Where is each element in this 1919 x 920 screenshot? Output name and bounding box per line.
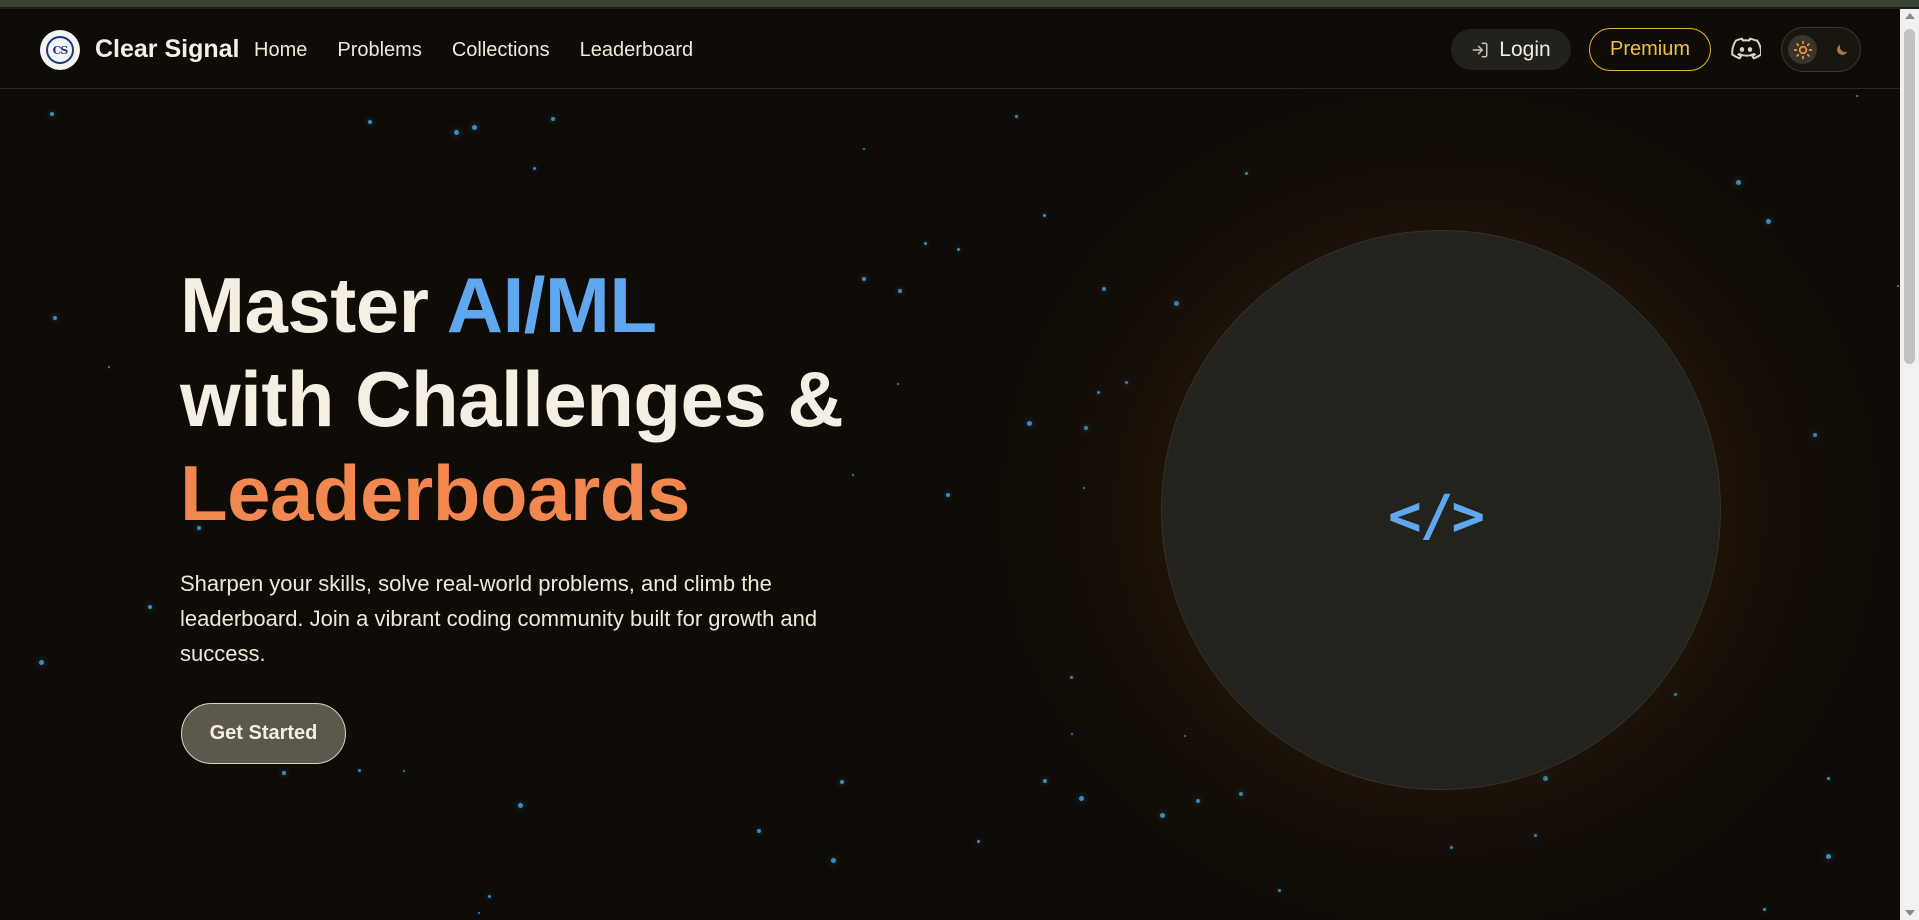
star-dot	[977, 840, 980, 843]
star-dot	[53, 316, 57, 320]
star-dot	[108, 366, 110, 368]
star-dot	[518, 803, 523, 808]
star-dot	[403, 770, 405, 772]
get-started-button[interactable]: Get Started	[181, 703, 346, 764]
star-dot	[148, 605, 152, 609]
theme-toggle[interactable]	[1781, 27, 1861, 72]
sun-icon	[1793, 40, 1812, 59]
premium-button[interactable]: Premium	[1589, 28, 1711, 71]
star-dot	[757, 829, 761, 833]
page-scrollbar[interactable]	[1900, 9, 1919, 920]
hero-title: Master AI/ML with Challenges & Leaderboa…	[180, 258, 844, 540]
code-icon: </>	[1388, 484, 1485, 549]
logo-icon[interactable]: CS	[40, 30, 80, 70]
star-dot	[957, 248, 960, 251]
scroll-down-arrow[interactable]	[1905, 910, 1915, 916]
hero-subtitle: Sharpen your skills, solve real-world pr…	[180, 571, 818, 666]
star-dot	[831, 858, 836, 863]
nav-leaderboard[interactable]: Leaderboard	[580, 39, 693, 62]
star-dot	[533, 167, 536, 170]
login-icon	[1472, 42, 1488, 57]
star-dot	[924, 242, 927, 245]
hero-title-part1: Master	[180, 261, 447, 349]
navbar: CS Clear Signal Home Problems Collection…	[0, 9, 1900, 89]
star-dot	[472, 125, 477, 130]
star-dot	[368, 120, 372, 124]
star-dot	[863, 148, 865, 150]
star-dot	[551, 117, 555, 121]
star-dot	[39, 660, 44, 665]
brand-name[interactable]: Clear Signal	[95, 35, 240, 64]
star-dot	[282, 771, 286, 775]
login-label: Login	[1499, 37, 1551, 61]
scroll-thumb[interactable]	[1904, 29, 1915, 364]
logo-mark: CS	[46, 36, 74, 64]
login-button[interactable]: Login	[1451, 29, 1571, 70]
discord-icon[interactable]	[1731, 37, 1761, 61]
star-dot	[852, 474, 854, 476]
page: </> CS Clear Signal Home Problems Collec…	[0, 0, 1919, 920]
nav-links: Home Problems Collections Leaderboard	[254, 39, 693, 62]
hero-title-highlight-leaderboards: Leaderboards	[180, 449, 690, 537]
star-dot	[358, 769, 361, 772]
moon-icon	[1837, 44, 1848, 55]
nav-problems[interactable]: Problems	[337, 39, 421, 62]
sun-knob	[1788, 35, 1817, 64]
nav-home[interactable]: Home	[254, 39, 307, 62]
star-dot	[488, 895, 491, 898]
hero-title-part2: with Challenges &	[180, 355, 844, 443]
star-dot	[898, 289, 902, 293]
star-dot	[1897, 285, 1899, 287]
hero-title-highlight-aiml: AI/ML	[446, 261, 657, 349]
star-dot	[897, 383, 899, 385]
nav-collections[interactable]: Collections	[452, 39, 550, 62]
star-dot	[840, 780, 844, 784]
star-dot	[946, 493, 950, 497]
star-dot	[862, 277, 866, 281]
star-dot	[454, 130, 459, 135]
star-dot	[478, 912, 480, 914]
scroll-up-arrow[interactable]	[1905, 13, 1915, 19]
star-dot	[50, 112, 54, 116]
